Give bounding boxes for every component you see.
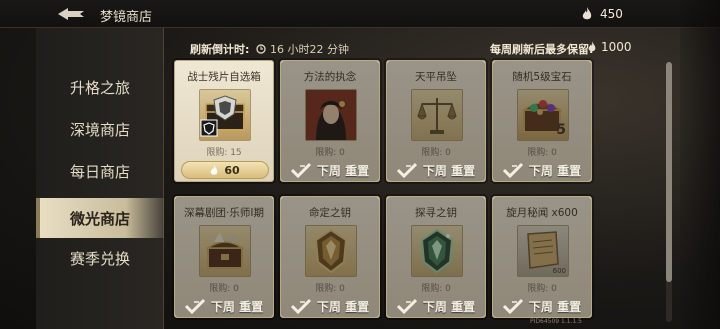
reset-notice: 下周 重置 [387,159,485,181]
currency-flame-icon [211,164,218,175]
scrollbar[interactable] [666,62,672,322]
back-button[interactable] [54,4,88,24]
currency-flame-icon [582,7,592,20]
checkmark-icon [290,162,311,178]
reset-notice: 下周 重置 [281,295,379,317]
reset-text: 下周 重置 [422,299,476,314]
checkmark-icon [396,298,417,314]
reset-text: 下周 重置 [528,299,582,314]
version-watermark: PID64509 1.1.1.5 [530,318,582,325]
shop-item-card[interactable]: 命定之钥 限购: 0 下周 重置 [280,196,380,318]
shop-item-card[interactable]: 深幕剧团·乐师Ⅰ期 限购: 0 下周 重置 [174,196,274,318]
refresh-countdown-value: 16 小时22 分钟 [270,43,349,56]
reset-notice: 下周 重置 [281,159,379,181]
sidebar-item-daily-shop[interactable]: 每日商店 [36,151,164,191]
sidebar: 升格之旅 深境商店 每日商店 微光商店 赛季兑换 [36,28,164,329]
item-image [199,89,251,141]
currency-amount: 450 [600,7,623,21]
sidebar-item-deep-shop[interactable]: 深境商店 [36,109,164,149]
reset-notice: 下周 重置 [175,295,273,317]
checkmark-icon [502,298,523,314]
top-bar: 梦镜商店 450 [0,0,720,28]
sidebar-item-ascension[interactable]: 升格之旅 [36,67,164,107]
checkmark-icon [290,298,311,314]
purchase-limit: 限购: 15 [206,148,242,158]
checkmark-icon [184,298,205,314]
shop-item-card[interactable]: 旋月秘闻 x600 600 限购: 0 下周 重置 [492,196,592,318]
refresh-countdown: 16 小时22 分钟 [256,41,349,57]
shop-item-card[interactable]: 天平吊坠 限购: 0 下周 重置 [386,60,486,182]
shop-item-card[interactable]: 探寻之钥 限购: 0 下周 重置 [386,196,486,318]
currency-flame-icon [588,41,596,52]
reset-text: 下周 重置 [528,163,582,178]
shield-chest-icon [200,95,245,137]
reset-notice: 下周 重置 [493,295,591,317]
shop-item-card[interactable]: 战士残片自选箱 限购: 15 60 [174,60,274,182]
weekly-cap-value: 1000 [601,40,632,54]
scrollbar-thumb[interactable] [666,62,672,282]
currency-display: 450 [576,4,680,24]
checkmark-icon [396,162,417,178]
weekly-cap: 1000 [588,40,632,54]
clock-icon [256,44,266,54]
reset-notice: 下周 重置 [387,295,485,317]
reset-text: 下周 重置 [316,163,370,178]
right-rail [680,0,720,329]
reset-notice: 下周 重置 [493,159,591,181]
checkmark-icon [502,162,523,178]
reset-text: 下周 重置 [210,299,264,314]
shop-item-card[interactable]: 随机5级宝石 5 限购: 0 下周 重置 [492,60,592,182]
weekly-cap-label: 每周刷新后最多保留: [490,43,594,56]
refresh-countdown-label: 刷新倒计时: [190,43,250,56]
sidebar-item-season-exchange[interactable]: 赛季兑换 [36,238,164,278]
price: 60 [224,163,240,177]
sidebar-item-glimmer-shop[interactable]: 微光商店 [36,198,164,238]
buy-button[interactable]: 60 [181,161,269,179]
reset-text: 下周 重置 [316,299,370,314]
back-arrow-icon [58,8,84,20]
page-title: 梦镜商店 [100,10,153,25]
shop-item-card[interactable]: 方法的执念 限购: 0 下周 重置 [280,60,380,182]
reset-text: 下周 重置 [422,163,476,178]
item-name: 战士残片自选箱 [187,71,261,83]
